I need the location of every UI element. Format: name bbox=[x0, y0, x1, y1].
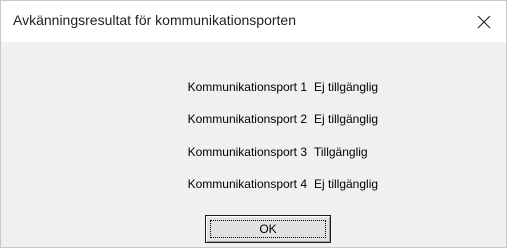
port-name: Kommunikationsport 4 bbox=[187, 177, 307, 191]
ok-button[interactable]: OK bbox=[205, 215, 331, 243]
port-status: Ej tillgänglig bbox=[314, 112, 379, 126]
ok-button-label: OK bbox=[259, 222, 277, 236]
port-name: Kommunikationsport 3 bbox=[187, 145, 307, 159]
dialog-title: Avkänningsresultat för kommunikationspor… bbox=[13, 12, 297, 28]
title-bar[interactable]: Avkänningsresultat för kommunikationspor… bbox=[1, 1, 506, 42]
port-status: Tillgänglig bbox=[314, 145, 368, 159]
close-button[interactable] bbox=[462, 1, 506, 42]
port-status: Ej tillgänglig bbox=[314, 177, 379, 191]
port-name: Kommunikationsport 2 bbox=[187, 112, 307, 126]
dialog-body: Kommunikationsport 1 Ej tillgänglig Komm… bbox=[1, 42, 506, 247]
dialog-window: Avkänningsresultat för kommunikationspor… bbox=[0, 0, 507, 248]
close-icon bbox=[477, 15, 491, 28]
port-status: Ej tillgänglig bbox=[314, 80, 379, 94]
port-name: Kommunikationsport 1 bbox=[187, 80, 307, 94]
